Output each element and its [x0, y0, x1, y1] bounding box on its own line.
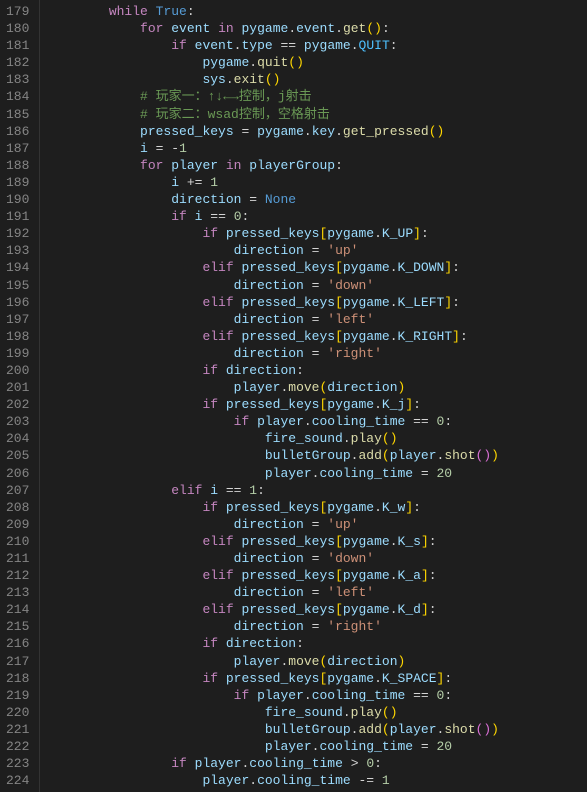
code-line: for event in pygame.event.get(): — [46, 20, 499, 37]
line-number: 211 — [6, 550, 29, 567]
line-number: 179 — [6, 3, 29, 20]
code-line: direction = 'down' — [46, 550, 499, 567]
code-line: direction = 'right' — [46, 345, 499, 362]
code-line: elif i == 1: — [46, 482, 499, 499]
code-line: elif pressed_keys[pygame.K_RIGHT]: — [46, 328, 499, 345]
line-number: 194 — [6, 259, 29, 276]
code-line: if player.cooling_time == 0: — [46, 413, 499, 430]
line-number: 202 — [6, 396, 29, 413]
line-number: 182 — [6, 54, 29, 71]
code-line: i = -1 — [46, 140, 499, 157]
line-number: 201 — [6, 379, 29, 396]
code-line: direction = 'up' — [46, 516, 499, 533]
code-line: i += 1 — [46, 174, 499, 191]
line-number: 200 — [6, 362, 29, 379]
code-line: fire_sound.play() — [46, 704, 499, 721]
code-line: player.cooling_time = 20 — [46, 738, 499, 755]
line-number: 191 — [6, 208, 29, 225]
line-number: 216 — [6, 635, 29, 652]
code-line: bulletGroup.add(player.shot()) — [46, 721, 499, 738]
code-line: # 玩家一：↑↓←→控制，j射击 — [46, 88, 499, 105]
code-line: if event.type == pygame.QUIT: — [46, 37, 499, 54]
line-number: 213 — [6, 584, 29, 601]
line-number: 198 — [6, 328, 29, 345]
line-number: 188 — [6, 157, 29, 174]
code-line: if pressed_keys[pygame.K_SPACE]: — [46, 670, 499, 687]
code-line: elif pressed_keys[pygame.K_a]: — [46, 567, 499, 584]
line-number: 222 — [6, 738, 29, 755]
code-line: direction = None — [46, 191, 499, 208]
line-number: 185 — [6, 106, 29, 123]
code-line: direction = 'up' — [46, 242, 499, 259]
line-number: 221 — [6, 721, 29, 738]
line-number: 199 — [6, 345, 29, 362]
line-number: 217 — [6, 653, 29, 670]
code-line: fire_sound.play() — [46, 430, 499, 447]
line-number: 208 — [6, 499, 29, 516]
line-number: 186 — [6, 123, 29, 140]
code-line: elif pressed_keys[pygame.K_d]: — [46, 601, 499, 618]
code-line: elif pressed_keys[pygame.K_LEFT]: — [46, 294, 499, 311]
code-line: # 玩家二：wsad控制，空格射击 — [46, 106, 499, 123]
line-number: 204 — [6, 430, 29, 447]
code-line: while True: — [46, 3, 499, 20]
code-line: if i == 0: — [46, 208, 499, 225]
line-number: 220 — [6, 704, 29, 721]
line-number: 196 — [6, 294, 29, 311]
line-number: 212 — [6, 567, 29, 584]
code-line: for player in playerGroup: — [46, 157, 499, 174]
line-number: 184 — [6, 88, 29, 105]
code-line: pressed_keys = pygame.key.get_pressed() — [46, 123, 499, 140]
code-line: elif pressed_keys[pygame.K_DOWN]: — [46, 259, 499, 276]
code-line: if pressed_keys[pygame.K_j]: — [46, 396, 499, 413]
line-number: 207 — [6, 482, 29, 499]
line-number: 214 — [6, 601, 29, 618]
line-number: 219 — [6, 687, 29, 704]
code-line: direction = 'right' — [46, 618, 499, 635]
code-line: pygame.quit() — [46, 54, 499, 71]
code-line: direction = 'left' — [46, 584, 499, 601]
code-editor: 1791801811821831841851861871881891901911… — [0, 0, 587, 792]
code-line: player.move(direction) — [46, 653, 499, 670]
code-line: if pressed_keys[pygame.K_UP]: — [46, 225, 499, 242]
line-number: 223 — [6, 755, 29, 772]
line-number: 195 — [6, 277, 29, 294]
line-number: 210 — [6, 533, 29, 550]
line-number: 189 — [6, 174, 29, 191]
code-line: if direction: — [46, 635, 499, 652]
line-number: 181 — [6, 37, 29, 54]
code-line: player.cooling_time = 20 — [46, 465, 499, 482]
code-line: elif pressed_keys[pygame.K_s]: — [46, 533, 499, 550]
code-line: if player.cooling_time == 0: — [46, 687, 499, 704]
line-number: 203 — [6, 413, 29, 430]
code-line: if direction: — [46, 362, 499, 379]
code-line: if player.cooling_time > 0: — [46, 755, 499, 772]
code-line: direction = 'left' — [46, 311, 499, 328]
line-number: 209 — [6, 516, 29, 533]
code-area[interactable]: while True: for event in pygame.event.ge… — [40, 0, 499, 792]
line-number: 215 — [6, 618, 29, 635]
line-number: 187 — [6, 140, 29, 157]
line-number: 183 — [6, 71, 29, 88]
line-number: 197 — [6, 311, 29, 328]
line-number: 193 — [6, 242, 29, 259]
code-line: bulletGroup.add(player.shot()) — [46, 447, 499, 464]
line-number-gutter: 1791801811821831841851861871881891901911… — [0, 0, 40, 792]
line-number: 206 — [6, 465, 29, 482]
line-number: 192 — [6, 225, 29, 242]
code-line: player.move(direction) — [46, 379, 499, 396]
line-number: 218 — [6, 670, 29, 687]
code-line: if pressed_keys[pygame.K_w]: — [46, 499, 499, 516]
line-number: 180 — [6, 20, 29, 37]
code-line: sys.exit() — [46, 71, 499, 88]
code-line: direction = 'down' — [46, 277, 499, 294]
line-number: 205 — [6, 447, 29, 464]
line-number: 190 — [6, 191, 29, 208]
